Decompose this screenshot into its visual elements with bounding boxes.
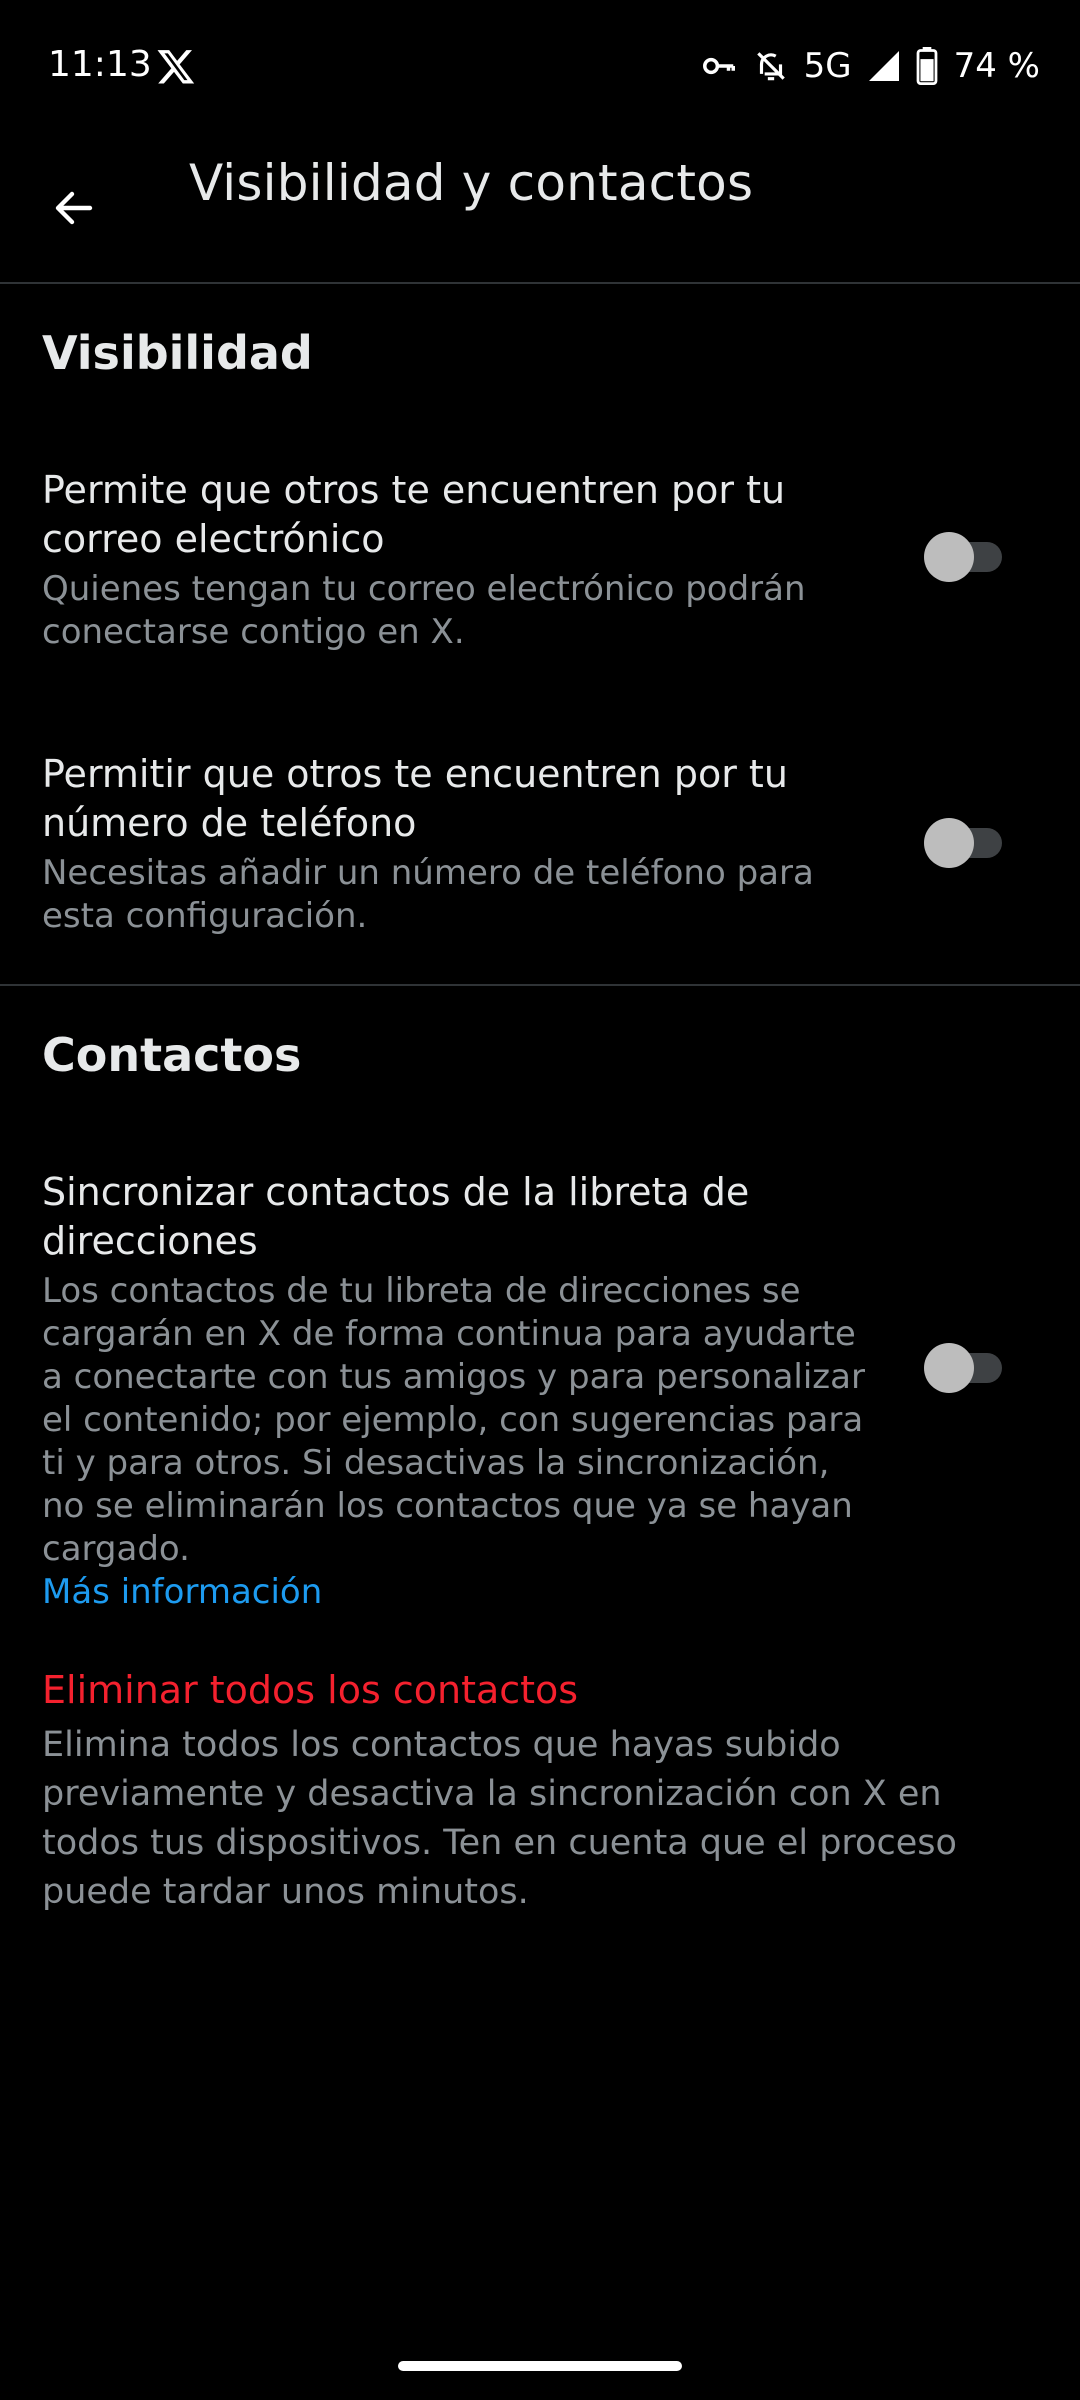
delete-all-contacts-button[interactable]: Eliminar todos los contactos Elimina tod…: [42, 1666, 1032, 1917]
toggle-thumb: [924, 818, 974, 868]
setting-title: Permitir que otros te encuentren por tu …: [42, 752, 788, 845]
status-time: 11:13: [48, 44, 152, 85]
setting-description: Quienes tengan tu correo electrónico pod…: [42, 569, 806, 652]
back-button[interactable]: [42, 176, 106, 240]
phone-discoverability-toggle[interactable]: [924, 816, 1008, 868]
x-logo-icon: [157, 50, 195, 84]
battery-level: 74 %: [953, 46, 1040, 86]
setting-phone-discoverability[interactable]: Permitir que otros te encuentren por tu …: [42, 750, 872, 938]
page-title: Visibilidad y contactos: [189, 154, 754, 212]
app-header: Visibilidad y contactos: [0, 136, 1080, 282]
home-indicator[interactable]: [398, 2361, 682, 2371]
status-icons: 5G 74 %: [700, 44, 1040, 88]
network-type: 5G: [803, 46, 852, 86]
toggle-thumb: [924, 532, 974, 582]
setting-description: Los contactos de tu libreta de direccion…: [42, 1270, 872, 1614]
setting-sync-contacts[interactable]: Sincronizar contactos de la libreta de d…: [42, 1168, 872, 1614]
header-divider: [0, 282, 1080, 284]
vpn-key-icon: [702, 57, 735, 75]
section-heading-contacts: Contactos: [42, 1028, 302, 1082]
learn-more-link[interactable]: Más información: [42, 1571, 872, 1614]
sync-description-text: Los contactos de tu libreta de direccion…: [42, 1271, 865, 1569]
toggle-thumb: [924, 1343, 974, 1393]
notifications-off-icon: [756, 52, 785, 81]
setting-title: Permite que otros te encuentren por tu c…: [42, 468, 786, 561]
setting-description: Necesitas añadir un número de teléfono p…: [42, 853, 814, 936]
setting-title: Sincronizar contactos de la libreta de d…: [42, 1170, 750, 1263]
delete-contacts-title: Eliminar todos los contactos: [42, 1668, 579, 1712]
arrow-left-icon: [55, 191, 93, 225]
setting-email-discoverability[interactable]: Permite que otros te encuentren por tu c…: [42, 466, 872, 654]
signal-icon: [868, 51, 899, 81]
battery-icon: [916, 47, 937, 85]
delete-contacts-description: Elimina todos los contactos que hayas su…: [42, 1725, 957, 1912]
status-bar: 11:13 5G 74 %: [0, 0, 1080, 136]
section-divider: [0, 984, 1080, 986]
section-heading-visibility: Visibilidad: [42, 326, 313, 380]
sync-contacts-toggle[interactable]: [924, 1341, 1008, 1393]
email-discoverability-toggle[interactable]: [924, 530, 1008, 582]
